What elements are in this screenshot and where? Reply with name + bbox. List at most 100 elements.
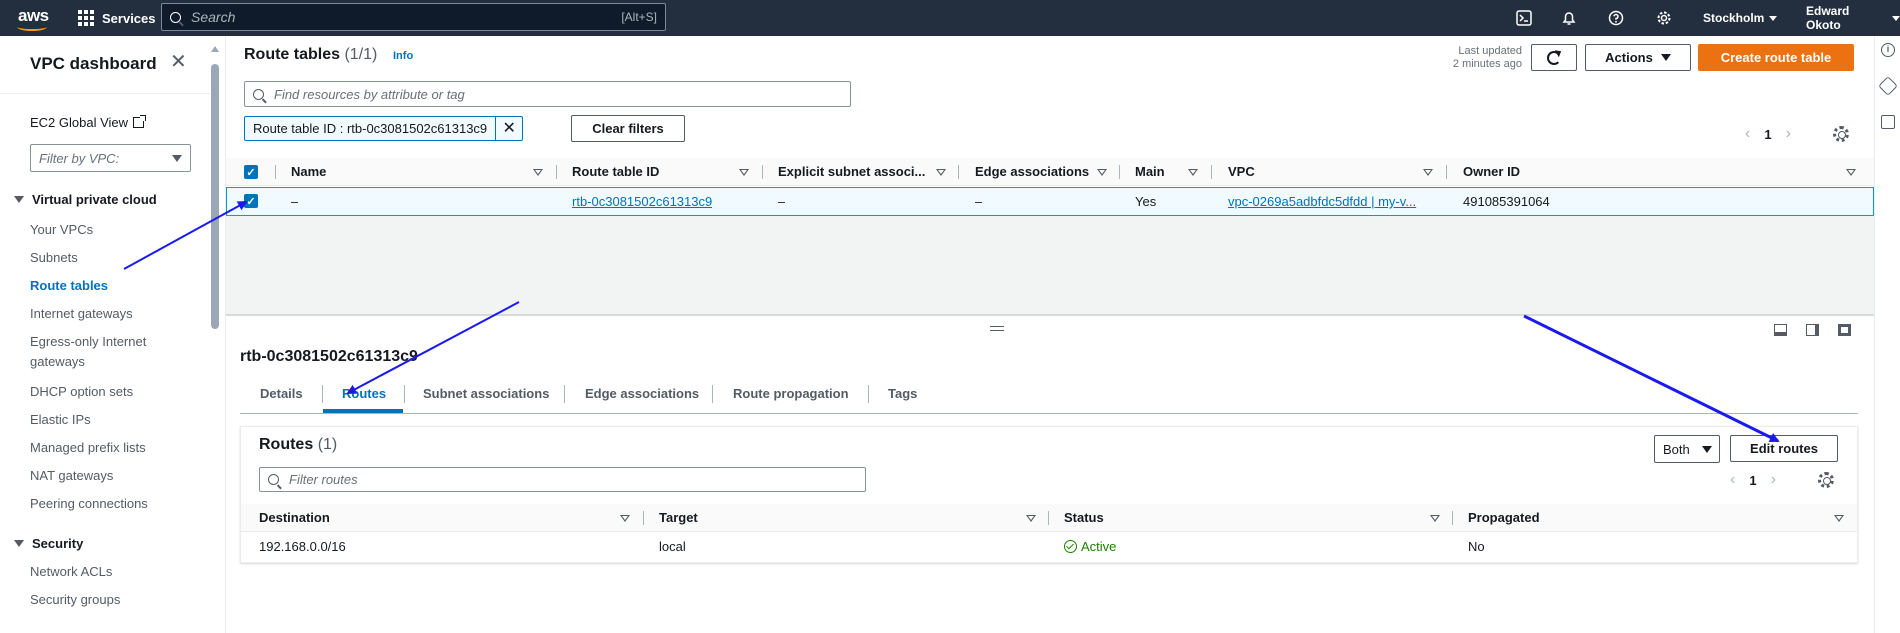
route-tables-table-header: ✓ Name Route table ID Explicit subnet as… bbox=[226, 158, 1874, 186]
external-link-icon bbox=[133, 115, 147, 128]
chevron-left-icon[interactable]: ‹ bbox=[1730, 471, 1735, 489]
preferences-gear-icon[interactable] bbox=[1818, 472, 1834, 488]
sort-icon[interactable] bbox=[1846, 169, 1856, 176]
scrollbar-thumb[interactable] bbox=[211, 64, 219, 329]
resource-search-input[interactable]: Find resources by attribute or tag bbox=[244, 81, 851, 107]
column-header-main[interactable]: Main bbox=[1135, 158, 1165, 186]
sort-icon[interactable] bbox=[533, 169, 543, 176]
sidebar-item-elastic-ips[interactable]: Elastic IPs bbox=[30, 410, 180, 430]
section-security[interactable]: Security bbox=[14, 536, 83, 551]
cell-main: Yes bbox=[1135, 194, 1157, 209]
row-checkbox[interactable]: ✓ bbox=[244, 194, 258, 208]
sort-icon[interactable] bbox=[936, 169, 946, 176]
sidebar-item-subnets[interactable]: Subnets bbox=[30, 248, 180, 268]
sidebar-item-nat-gateways[interactable]: NAT gateways bbox=[30, 466, 180, 486]
select-all-checkbox[interactable]: ✓ bbox=[244, 165, 258, 179]
gear-icon[interactable] bbox=[1654, 8, 1674, 28]
tab-edge-associations[interactable]: Edge associations bbox=[585, 380, 699, 414]
services-menu-button[interactable]: Services bbox=[78, 0, 156, 36]
last-updated: Last updated 2 minutes ago bbox=[1452, 45, 1522, 70]
vpc-filter-select[interactable]: Filter by VPC: bbox=[30, 144, 191, 172]
chevron-right-icon[interactable]: › bbox=[1771, 471, 1776, 489]
vpc-link[interactable]: vpc-0269a5adbfdc5dfdd | my-v... bbox=[1228, 188, 1433, 215]
drag-handle-icon[interactable] bbox=[990, 326, 1004, 331]
sidebar-item-managed-prefix-lists[interactable]: Managed prefix lists bbox=[30, 438, 180, 458]
panel-full-icon[interactable] bbox=[1838, 324, 1851, 336]
tab-subnet-associations[interactable]: Subnet associations bbox=[423, 380, 549, 414]
section-virtual-private-cloud[interactable]: Virtual private cloud bbox=[14, 192, 157, 207]
table-row[interactable]: 192.168.0.0/16 local Active No bbox=[241, 533, 1857, 561]
sort-icon[interactable] bbox=[1097, 169, 1107, 176]
pagination: ‹ 1 › bbox=[1745, 125, 1791, 143]
cell-propagated: No bbox=[1468, 539, 1485, 554]
column-header-status[interactable]: Status bbox=[1064, 504, 1104, 532]
help-icon[interactable] bbox=[1606, 8, 1626, 28]
route-filter-select[interactable]: Both bbox=[1654, 435, 1720, 463]
sidebar-item-dhcp-option-sets[interactable]: DHCP option sets bbox=[30, 382, 180, 402]
column-header-edge-associations[interactable]: Edge associations bbox=[975, 158, 1089, 186]
sidebar-item-your-vpcs[interactable]: Your VPCs bbox=[30, 220, 180, 240]
page-number[interactable]: 1 bbox=[1749, 473, 1756, 488]
cloudshell-icon[interactable] bbox=[1514, 8, 1534, 28]
sort-icon[interactable] bbox=[739, 169, 749, 176]
region-selector[interactable]: Stockholm bbox=[1703, 0, 1778, 36]
clear-filters-button[interactable]: Clear filters bbox=[571, 115, 685, 142]
table-row[interactable]: ✓ – rtb-0c3081502c61313c9 – – Yes vpc-02… bbox=[226, 187, 1874, 216]
aws-logo[interactable]: aws bbox=[14, 4, 54, 32]
page-title: Route tables (1/1) bbox=[244, 46, 378, 63]
close-icon[interactable]: ✕ bbox=[496, 117, 522, 140]
info-icon[interactable]: i bbox=[1881, 43, 1895, 57]
sidebar-scrollbar[interactable] bbox=[210, 44, 220, 633]
column-header-name[interactable]: Name bbox=[291, 158, 326, 186]
column-header-vpc[interactable]: VPC bbox=[1228, 158, 1255, 186]
right-utility-rail: i bbox=[1874, 36, 1900, 633]
split-panel-divider[interactable] bbox=[226, 314, 1874, 316]
tab-route-propagation[interactable]: Route propagation bbox=[733, 380, 849, 414]
column-header-target[interactable]: Target bbox=[659, 504, 698, 532]
panel-bottom-icon[interactable] bbox=[1774, 324, 1787, 336]
panel-side-icon[interactable] bbox=[1806, 324, 1819, 336]
create-route-table-button[interactable]: Create route table bbox=[1698, 44, 1854, 71]
sidebar-title[interactable]: VPC dashboard bbox=[30, 54, 157, 74]
sort-icon[interactable] bbox=[1423, 169, 1433, 176]
sidebar-item-security-groups[interactable]: Security groups bbox=[30, 590, 180, 610]
chevron-left-icon[interactable]: ‹ bbox=[1745, 125, 1750, 143]
edit-routes-button[interactable]: Edit routes bbox=[1730, 435, 1838, 462]
sort-icon[interactable] bbox=[1026, 515, 1036, 522]
column-header-destination[interactable]: Destination bbox=[259, 504, 330, 532]
hexagon-icon[interactable] bbox=[1878, 76, 1898, 96]
sidebar-item-egress-only-internet-gateways[interactable]: Egress-only Internet gateways bbox=[30, 332, 180, 372]
user-menu[interactable]: Edward Okoto bbox=[1806, 0, 1900, 36]
route-table-id-link[interactable]: rtb-0c3081502c61313c9 bbox=[572, 188, 712, 215]
tab-details[interactable]: Details bbox=[260, 380, 303, 414]
ec2-global-view-link[interactable]: EC2 Global View bbox=[30, 115, 147, 130]
column-header-owner-id[interactable]: Owner ID bbox=[1463, 158, 1520, 186]
bell-icon[interactable] bbox=[1559, 8, 1579, 28]
column-header-explicit-subnet[interactable]: Explicit subnet associ... bbox=[778, 158, 925, 186]
refresh-button[interactable] bbox=[1531, 44, 1577, 71]
sidebar-item-route-tables[interactable]: Route tables bbox=[30, 276, 180, 296]
search-icon bbox=[268, 474, 279, 485]
sort-icon[interactable] bbox=[1188, 169, 1198, 176]
chevron-right-icon[interactable]: › bbox=[1786, 125, 1791, 143]
scroll-up-icon[interactable] bbox=[211, 46, 219, 52]
sort-icon[interactable] bbox=[1834, 515, 1844, 522]
preferences-gear-icon[interactable] bbox=[1833, 126, 1849, 142]
info-link[interactable]: Info bbox=[393, 50, 413, 62]
actions-button[interactable]: Actions bbox=[1585, 44, 1691, 71]
filter-routes-input[interactable]: Filter routes bbox=[259, 467, 866, 492]
sidebar-item-network-acls[interactable]: Network ACLs bbox=[30, 562, 180, 582]
sidebar-item-peering-connections[interactable]: Peering connections bbox=[30, 494, 180, 514]
column-header-route-table-id[interactable]: Route table ID bbox=[572, 158, 659, 186]
sort-icon[interactable] bbox=[620, 515, 630, 522]
sort-icon[interactable] bbox=[1430, 515, 1440, 522]
close-icon[interactable]: ✕ bbox=[170, 52, 187, 72]
sidebar-item-internet-gateways[interactable]: Internet gateways bbox=[30, 304, 180, 324]
column-header-propagated[interactable]: Propagated bbox=[1468, 504, 1540, 532]
monitor-icon[interactable] bbox=[1881, 115, 1895, 129]
global-search-input[interactable]: Search [Alt+S] bbox=[161, 3, 666, 31]
page-number[interactable]: 1 bbox=[1764, 127, 1771, 142]
region-label: Stockholm bbox=[1703, 11, 1765, 25]
tab-tags[interactable]: Tags bbox=[888, 380, 917, 414]
chevron-down-icon bbox=[172, 154, 182, 162]
